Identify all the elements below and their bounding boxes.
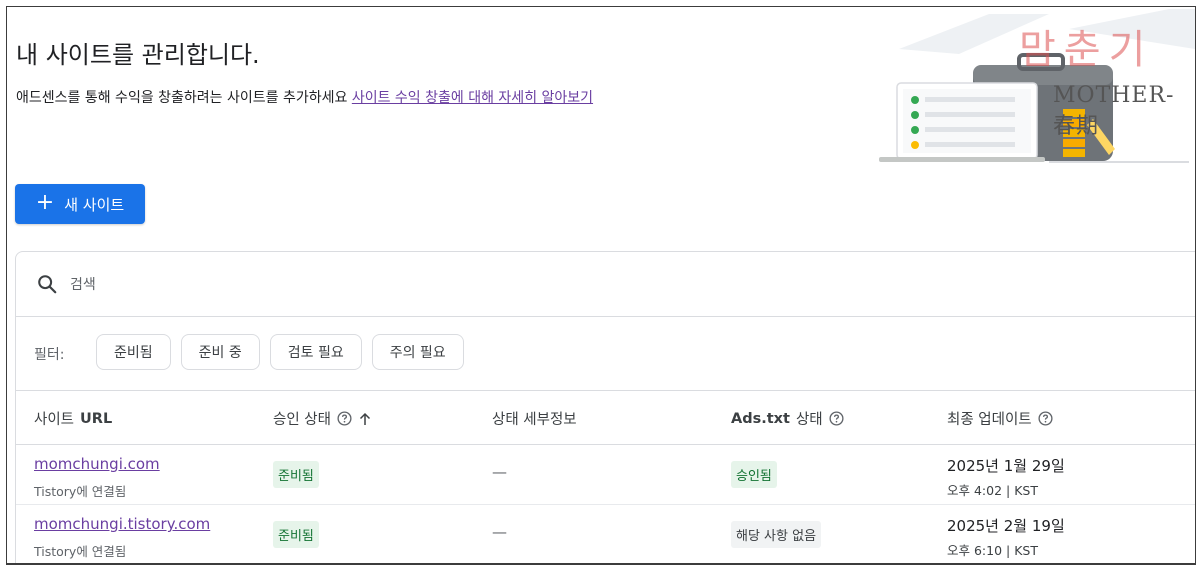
table-row: momchungi.tistory.com Tistory에 연결됨 준비됨 —…: [16, 505, 1195, 563]
column-last-update-label: 최종 업데이트: [947, 412, 1032, 428]
column-status-details: 상태 세부정보: [492, 408, 577, 429]
learn-more-link[interactable]: 사이트 수익 창출에 대해 자세히 알아보기: [352, 90, 593, 106]
watermark-subtext: MOTHER-春期: [1053, 83, 1175, 139]
status-details-text: —: [492, 463, 507, 481]
site-url-link[interactable]: momchungi.com: [34, 455, 160, 473]
search-input[interactable]: [68, 272, 572, 298]
sites-table-card: 필터: 준비됨 준비 중 검토 필요 주의 필요 사이트 URL 승인 상태: [15, 251, 1195, 563]
approval-status-badge: 준비됨: [273, 521, 319, 548]
column-ads-txt-bold: Ads.txt: [731, 410, 790, 427]
filter-chip-needs-attention[interactable]: 주의 필요: [371, 334, 464, 370]
help-icon[interactable]: [829, 411, 844, 426]
last-update-date: 2025년 2월 19일: [947, 517, 1065, 535]
last-update-time: 오후 6:10 | KST: [947, 543, 1038, 558]
ads-txt-status-badge: 해당 사항 없음: [731, 521, 822, 548]
column-ads-txt-label: 상태: [795, 412, 823, 428]
filter-chip-needs-review[interactable]: 검토 필요: [269, 334, 362, 370]
site-connection-text: Tistory에 연결됨: [34, 484, 127, 499]
description-text: 애드센스를 통해 수익을 창출하려는 사이트를 추가하세요: [16, 90, 348, 106]
watermark-text: 맘춘기: [1019, 27, 1154, 73]
search-icon: [38, 275, 57, 294]
new-site-button[interactable]: + 새 사이트: [15, 184, 145, 224]
column-site-url[interactable]: 사이트 URL: [34, 408, 112, 429]
app-window: 내 사이트를 관리합니다. 애드센스를 통해 수익을 창출하려는 사이트를 추가…: [6, 6, 1196, 565]
ads-txt-status-badge: 승인됨: [731, 461, 777, 488]
page-title: 내 사이트를 관리합니다.: [16, 41, 260, 69]
site-url-link[interactable]: momchungi.tistory.com: [34, 515, 210, 533]
help-icon[interactable]: [337, 411, 352, 426]
table-row: momchungi.com Tistory에 연결됨 준비됨 — 승인됨 202…: [16, 445, 1195, 505]
column-approval-label: 승인 상태: [273, 412, 331, 428]
filter-bar: 필터: 준비됨 준비 중 검토 필요 주의 필요: [16, 316, 1195, 391]
help-icon[interactable]: [1038, 411, 1053, 426]
approval-status-badge: 준비됨: [273, 461, 319, 488]
search-bar: [16, 252, 1195, 317]
site-connection-text: Tistory에 연결됨: [34, 544, 127, 559]
page-description: 애드센스를 통해 수익을 창출하려는 사이트를 추가하세요 사이트 수익 창출에…: [16, 87, 593, 107]
table-header: 사이트 URL 승인 상태 상태 세부정보 Ads.txt 상태 최종 업데이트: [16, 390, 1195, 445]
filter-label: 필터:: [34, 347, 65, 363]
column-approval-status[interactable]: 승인 상태: [273, 408, 372, 429]
filter-chip-ready[interactable]: 준비됨: [96, 334, 171, 370]
column-site-url-bold: URL: [80, 410, 113, 427]
filter-chip-getting-ready[interactable]: 준비 중: [180, 334, 260, 370]
column-ads-txt-status: Ads.txt 상태: [731, 408, 844, 429]
new-site-label: 새 사이트: [64, 195, 125, 214]
last-update-date: 2025년 1월 29일: [947, 457, 1065, 475]
sort-ascending-icon[interactable]: [358, 412, 372, 426]
plus-icon: +: [35, 190, 55, 215]
column-details-label: 상태 세부정보: [492, 412, 577, 428]
column-last-update: 최종 업데이트: [947, 408, 1053, 429]
status-details-text: —: [492, 523, 507, 541]
filter-chips: 준비됨 준비 중 검토 필요 주의 필요: [96, 334, 464, 370]
column-site-url-label: 사이트: [34, 412, 75, 428]
last-update-time: 오후 4:02 | KST: [947, 483, 1038, 498]
